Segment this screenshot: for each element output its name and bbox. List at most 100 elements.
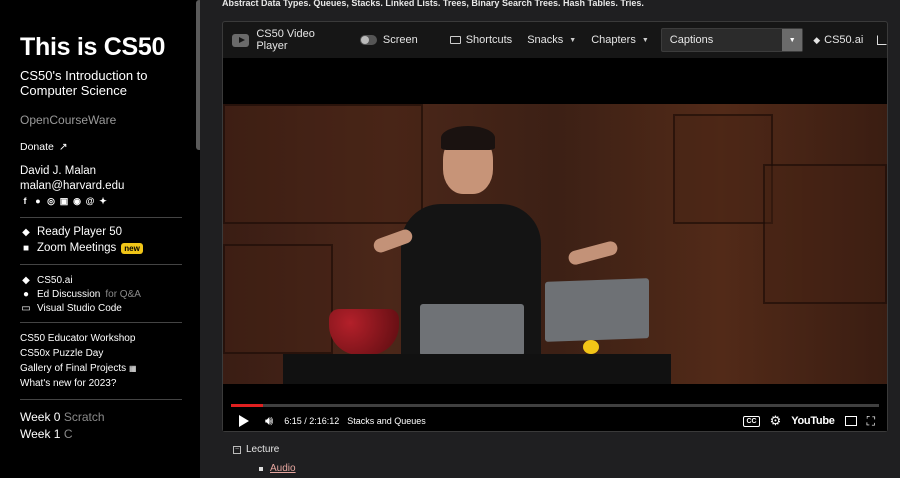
external-link-icon: ↗ (58, 141, 68, 153)
cast-icon[interactable] (844, 416, 857, 426)
monitor-icon: ▭ (21, 303, 31, 314)
gear-icon[interactable]: ⚙ (770, 413, 782, 429)
instagram-icon[interactable]: ◎ (46, 196, 56, 206)
caret-down-icon[interactable]: ▼ (782, 29, 803, 51)
lecture-section: − Lecture Audio (233, 444, 296, 474)
player-toolbar: CS50 Video Player Screen Shortcuts Snack… (223, 22, 887, 58)
donate-link[interactable]: Donate ↗ (20, 141, 200, 153)
ready-player-label: Ready Player 50 (37, 226, 123, 238)
laptop (420, 304, 524, 356)
external-link-icon[interactable] (877, 35, 887, 45)
cs50ai-link[interactable]: ◆ CS50.ai (20, 275, 200, 286)
ed-label: Ed Discussion (37, 289, 101, 300)
twitter-icon[interactable]: ✦ (98, 196, 108, 206)
reddit-icon[interactable]: ◉ (72, 196, 82, 206)
video-frame (223, 104, 887, 384)
time-display: 6:15 / 2:16:12 (284, 416, 340, 426)
zoom-meetings-link[interactable]: ■ Zoom Meetings new (20, 242, 200, 254)
player-controls: 🔊︎ 6:15 / 2:16:12 Stacks and Queues CC ⚙… (223, 410, 887, 431)
controls-right: CC ⚙ YouTube ⛶ (743, 413, 875, 429)
cs50ai-label: CS50.ai (824, 34, 864, 46)
ed-discussion-link[interactable]: ● Ed Discussion for Q&A (20, 289, 200, 300)
linkedin-icon[interactable]: ▣ (59, 196, 69, 206)
educator-workshop-link[interactable]: CS50 Educator Workshop (20, 333, 200, 344)
stage-table (283, 354, 671, 384)
apple-bowl (329, 309, 399, 355)
caret-down-icon: ▼ (641, 36, 649, 44)
chapters-dropdown[interactable]: Chapters ▼ (591, 34, 649, 46)
sidebar: This is CS50 CS50's Introduction to Comp… (0, 0, 200, 478)
puzzle-day-link[interactable]: CS50x Puzzle Day (20, 348, 200, 359)
shortcuts-button[interactable]: Shortcuts (449, 34, 513, 46)
divider (20, 399, 182, 400)
duck-icon: ◆ (22, 275, 30, 286)
wood-panel (763, 164, 887, 304)
chat-icon: ● (22, 289, 30, 300)
gallery-label: Gallery of Final Projects (20, 363, 127, 374)
keyboard-icon (449, 36, 461, 44)
divider (20, 264, 182, 265)
ocw-label: OpenCourseWare (20, 113, 117, 127)
ready-player-50-link[interactable]: ◆ Ready Player 50 (20, 226, 200, 238)
site-subtitle: CS50's Introduction to Computer Science (20, 68, 148, 98)
youtube-logo[interactable]: YouTube (791, 415, 835, 427)
captions-select[interactable]: Captions ▼ (660, 28, 804, 52)
donate-label: Donate (20, 141, 54, 153)
audio-link[interactable]: Audio (270, 463, 296, 474)
week-label: Week 1 (20, 427, 61, 441)
chapters-label: Chapters (591, 34, 636, 46)
video-area[interactable]: 🔊︎ 6:15 / 2:16:12 Stacks and Queues CC ⚙… (223, 58, 887, 431)
lecture-toggle[interactable]: − Lecture (233, 444, 296, 455)
captions-icon[interactable]: CC (743, 415, 760, 427)
progress-fill (231, 404, 264, 407)
fullscreen-icon[interactable]: ⛶ (867, 414, 875, 429)
play-icon[interactable] (239, 415, 249, 427)
player-title: CS50 Video Player (256, 28, 315, 52)
lecturer-hair (441, 126, 495, 150)
progress-bar[interactable] (231, 404, 879, 407)
threads-icon[interactable]: @ (85, 196, 95, 206)
duck-icon: ◆ (22, 226, 30, 238)
wood-panel (223, 104, 423, 224)
bullet-icon (259, 466, 263, 471)
lecture-topics: Abstract Data Types. Queues, Stacks. Lin… (222, 0, 644, 8)
cs50ai-label: CS50.ai (37, 275, 73, 286)
week-0-link[interactable]: Week 0 Scratch (20, 410, 200, 424)
wood-panel (673, 114, 773, 224)
screen-toggle[interactable] (359, 35, 377, 45)
facebook-icon[interactable]: f (20, 196, 30, 206)
social-links: f ● ◎ ▣ ◉ @ ✦ (20, 196, 200, 206)
sidebar-scrollbar[interactable] (196, 0, 200, 150)
snacks-label: Snacks (527, 34, 564, 46)
week-topic: Scratch (63, 410, 105, 424)
lecturer-arm (567, 239, 619, 267)
vscode-label: Visual Studio Code (37, 303, 122, 314)
captions-value: Captions (669, 34, 714, 46)
main-content: Abstract Data Types. Queues, Stacks. Lin… (222, 0, 900, 474)
site-title[interactable]: This is CS50 (20, 33, 200, 62)
lecture-label: Lecture (246, 444, 280, 455)
caret-down-icon: ▼ (569, 36, 577, 44)
divider (20, 322, 182, 323)
volume-icon[interactable]: 🔊︎ (265, 413, 273, 429)
zoom-label: Zoom Meetings (37, 242, 117, 254)
new-badge: new (121, 242, 143, 254)
ed-suffix: for Q&A (105, 289, 141, 300)
chapter-title[interactable]: Stacks and Queues (347, 416, 426, 426)
divider (20, 217, 182, 218)
shortcuts-label: Shortcuts (465, 34, 513, 46)
laptop (545, 278, 649, 342)
author-name: David J. Malan (20, 165, 97, 177)
wood-panel (223, 244, 333, 354)
week-1-link[interactable]: Week 1 C (20, 427, 200, 441)
cs50ai-button[interactable]: ◆ CS50.ai (813, 34, 863, 46)
youtube-play-icon (232, 33, 250, 47)
gallery-link[interactable]: Gallery of Final Projects ▦ (20, 363, 200, 374)
snacks-dropdown[interactable]: Snacks ▼ (527, 34, 576, 46)
author-email[interactable]: malan@harvard.edu (20, 180, 200, 192)
github-icon[interactable]: ● (33, 196, 43, 206)
vscode-link[interactable]: ▭ Visual Studio Code (20, 303, 200, 314)
whats-new-link[interactable]: What's new for 2023? (20, 378, 200, 389)
flag-icon: ▦ (128, 364, 137, 373)
rubber-duck (583, 340, 599, 354)
